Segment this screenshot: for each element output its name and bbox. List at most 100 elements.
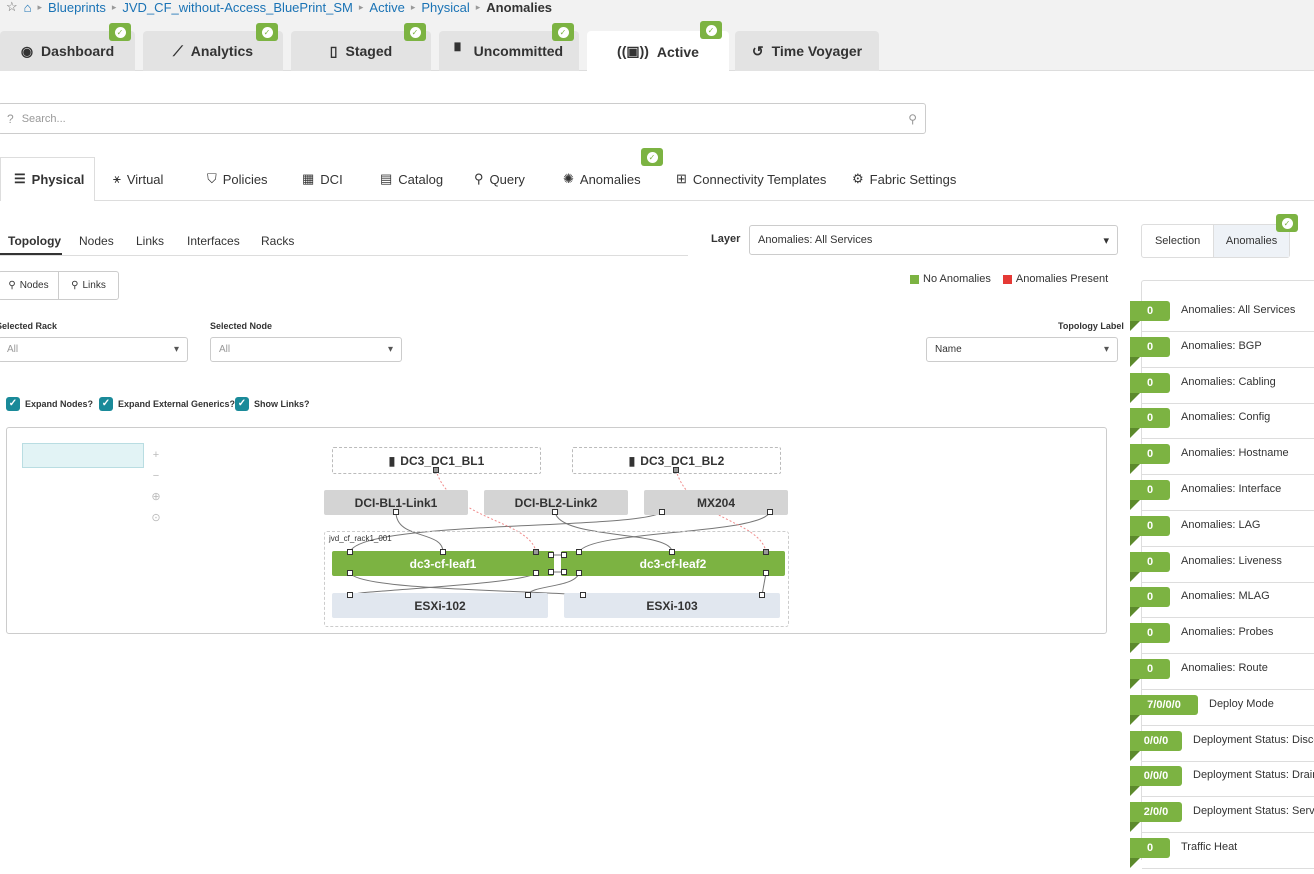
anomaly-row[interactable]: 0/0/0 Deployment Status: Drain [1130,766,1314,802]
anomaly-row[interactable]: 0 Anomalies: Probes [1130,623,1314,659]
count-badge: 0 [1130,408,1170,439]
port-handle[interactable] [440,549,446,555]
server-node[interactable]: ESXi-103 [564,593,780,618]
divider [1142,760,1314,762]
anomaly-row[interactable]: 0 Anomalies: Interface [1130,480,1314,516]
status-badge: ✓ [1276,214,1298,232]
port-handle[interactable] [433,467,439,473]
port-handle[interactable] [576,549,582,555]
anomaly-row[interactable]: 2/0/0 Deployment Status: Service [1130,802,1314,838]
count-badge: 0 [1130,515,1170,546]
row-label: Anomalies: LAG [1181,518,1261,531]
port-handle[interactable] [548,569,554,575]
port-handle[interactable] [763,570,769,576]
device-icon: ▮ [388,453,396,468]
row-label: Traffic Heat [1181,841,1238,853]
port-handle[interactable] [347,592,353,598]
anomaly-row[interactable]: 0 Anomalies: Route [1130,659,1314,695]
port-handle[interactable] [548,552,554,558]
count-badge: 0 [1130,372,1170,403]
count-badge: 2/0/0 [1130,802,1182,833]
port-handle[interactable] [659,509,665,515]
anomaly-row[interactable]: 0 Anomalies: Config [1130,408,1314,444]
anomaly-row[interactable]: 0 Anomalies: All Services [1130,301,1314,337]
port-handle[interactable] [767,509,773,515]
row-label: Deployment Status: Discovery [1193,733,1314,746]
divider [1142,832,1314,834]
count-badge: 0 [1130,551,1170,582]
port-handle[interactable] [576,570,582,576]
count-badge: 0 [1130,301,1170,331]
anomaly-row[interactable]: 0 Anomalies: Liveness [1130,551,1314,588]
divider [1142,474,1314,476]
count-badge: 0/0/0 [1130,730,1182,761]
check-icon: ✓ [1281,217,1293,229]
row-label: Deployment Status: Drain [1193,769,1314,782]
anomaly-row[interactable]: 0/0/0 Deployment Status: Discovery [1130,730,1314,767]
divider [1142,724,1314,726]
port-handle[interactable] [763,549,769,555]
anomaly-row[interactable]: 7/0/0/0 Deploy Mode [1130,694,1314,731]
count-badge: 0/0/0 [1130,766,1182,797]
port-handle[interactable] [533,570,539,576]
physical-icon: ☰ [14,171,26,186]
nav-tab-physical[interactable]: ☰ Physical [14,157,84,201]
row-label: Anomalies: BGP [1181,339,1262,352]
row-label: Anomalies: Probes [1181,626,1274,639]
count-badge: 0 [1130,480,1170,510]
port-handle[interactable] [561,552,567,558]
row-label: Anomalies: All Services [1181,304,1296,316]
node-label: DC3_DC1_BL2 [640,453,725,468]
count-badge: 7/0/0/0 [1130,694,1198,725]
divider [1142,868,1314,869]
count-badge: 0 [1130,838,1170,868]
port-handle[interactable] [393,509,399,515]
row-label: Anomalies: Hostname [1181,447,1289,460]
port-handle[interactable] [533,549,539,555]
rack-label: jvd_cf_rack1_001 [329,534,392,543]
divider [1142,331,1314,332]
device-icon: ▮ [628,453,636,468]
row-label: Anomalies: Config [1181,411,1271,424]
divider [1142,653,1314,655]
port-handle[interactable] [552,509,558,515]
port-handle[interactable] [580,592,586,598]
server-node[interactable]: ESXi-102 [332,593,548,618]
port-handle[interactable] [561,569,567,575]
port-handle[interactable] [759,592,765,598]
divider [1142,402,1314,404]
anomaly-row[interactable]: 0 Anomalies: Hostname [1130,444,1314,480]
divider [1142,366,1314,368]
row-label: Anomalies: Liveness [1181,554,1282,567]
anomaly-row[interactable]: 0 Anomalies: MLAG [1130,587,1314,623]
anomaly-row[interactable]: 0 Anomalies: LAG [1130,515,1314,552]
row-label: Anomalies: MLAG [1181,590,1270,603]
toggle-selection[interactable]: Selection [1142,225,1215,257]
port-handle[interactable] [673,467,679,473]
divider [1142,581,1314,583]
count-badge: 0 [1130,623,1170,654]
count-badge: 0 [1130,659,1170,689]
divider [1142,438,1314,440]
anomaly-row[interactable]: 0 Traffic Heat [1130,838,1314,874]
count-badge: 0 [1130,587,1170,618]
divider [1142,796,1314,798]
row-label: Anomalies: Interface [1181,483,1282,495]
divider [1142,510,1314,511]
divider [1142,617,1314,619]
port-handle[interactable] [669,549,675,555]
row-label: Deploy Mode [1209,697,1274,710]
panel-toggle: Selection Anomalies [1141,224,1290,258]
divider [1142,689,1314,690]
row-label: Anomalies: Cabling [1181,375,1276,388]
anomaly-row[interactable]: 0 Anomalies: BGP [1130,336,1314,373]
count-badge: 0 [1130,336,1170,367]
row-label: Deployment Status: Service [1193,805,1314,818]
count-badge: 0 [1130,444,1170,475]
anomaly-row[interactable]: 0 Anomalies: Cabling [1130,372,1314,409]
port-handle[interactable] [347,570,353,576]
nav-label: Physical [31,171,85,187]
port-handle[interactable] [347,549,353,555]
divider [1142,545,1314,547]
port-handle[interactable] [525,592,531,598]
